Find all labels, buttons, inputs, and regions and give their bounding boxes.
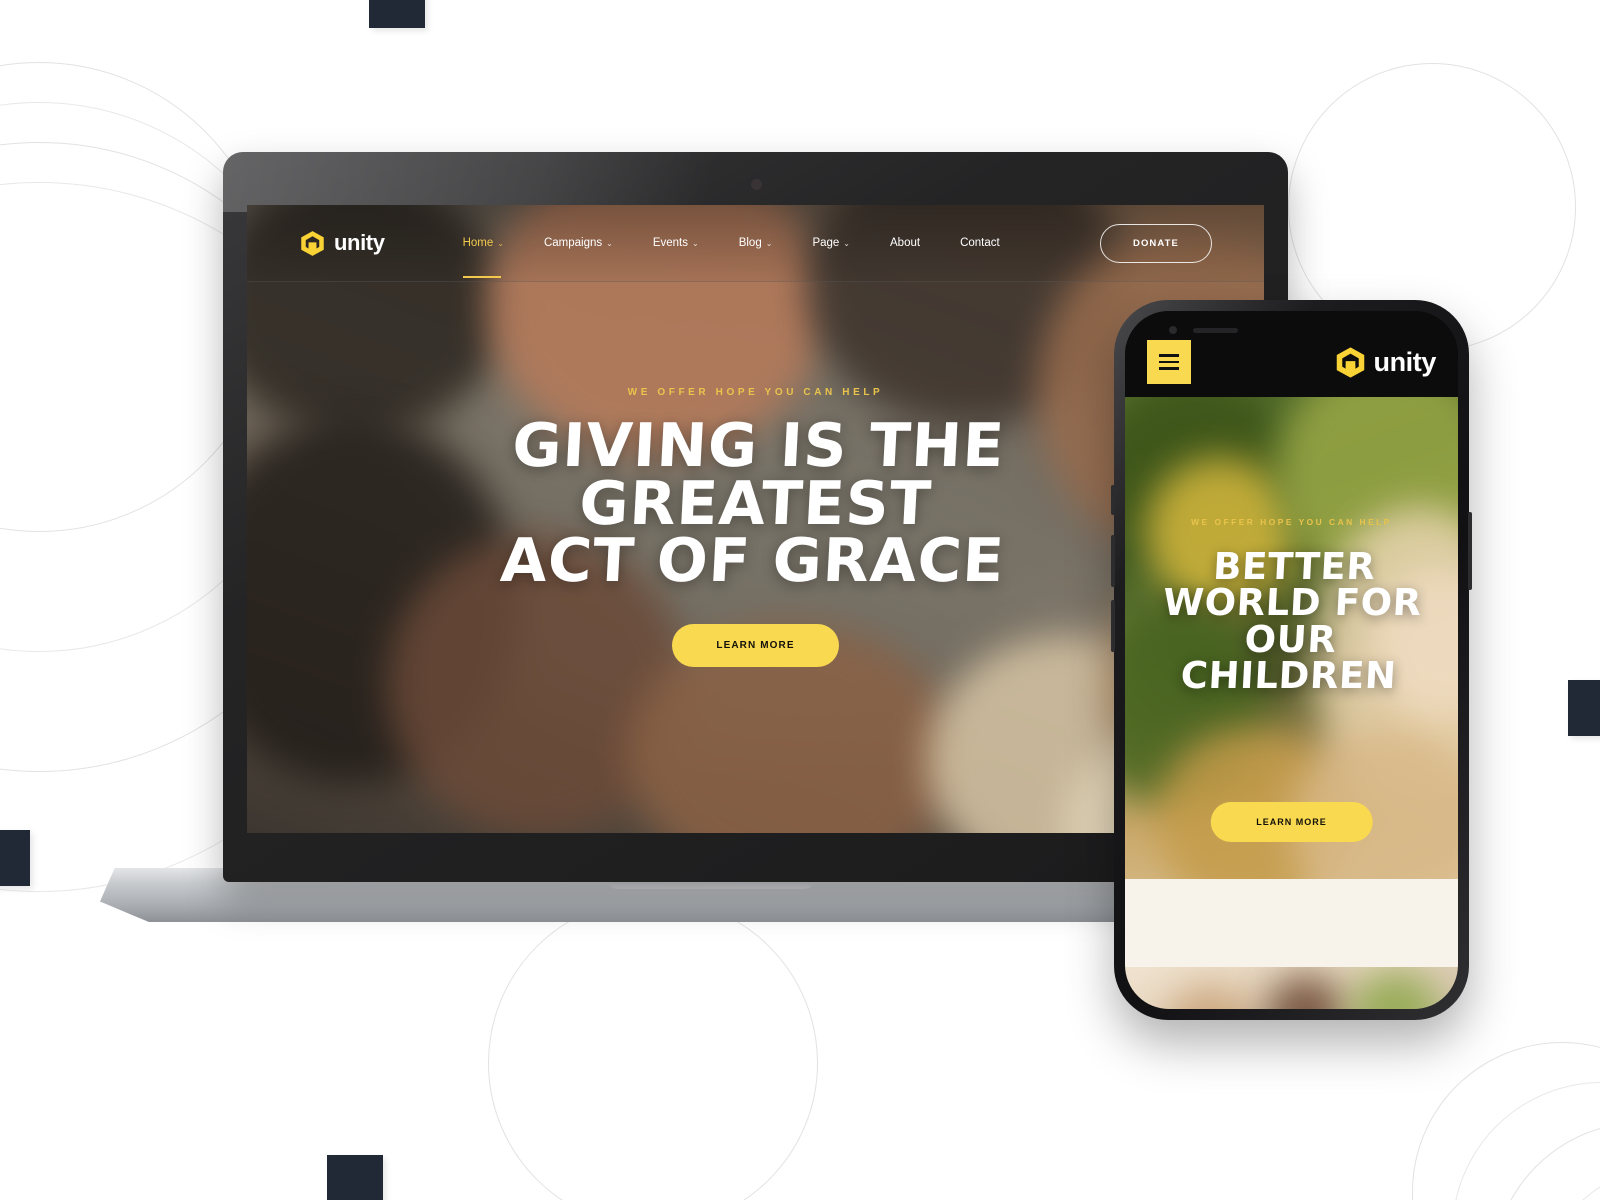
unity-hexagon-logo-icon: [299, 230, 326, 257]
mobile-learn-more-button[interactable]: LEARN MORE: [1210, 802, 1373, 842]
chevron-down-icon: ⌄: [843, 238, 850, 248]
desktop-learn-more-button[interactable]: LEARN MORE: [672, 623, 839, 667]
nav-item-contact[interactable]: Contact: [940, 237, 1020, 249]
mobile-secondary-section: [1125, 879, 1458, 967]
mockup-stage: unity Home ⌄ Campaigns ⌄ Events ⌄ Blog ⌄…: [0, 0, 1600, 1200]
nav-item-events[interactable]: Events ⌄: [633, 237, 719, 249]
chevron-down-icon: ⌄: [765, 238, 773, 248]
decoration-square-left: [0, 830, 30, 886]
mobile-site-navbar: unity: [1125, 311, 1458, 397]
decoration-square-right: [1568, 680, 1600, 736]
nav-item-label: Campaigns: [543, 237, 603, 249]
desktop-hero-section: unity Home ⌄ Campaigns ⌄ Events ⌄ Blog ⌄…: [247, 205, 1264, 833]
laptop-screen: unity Home ⌄ Campaigns ⌄ Events ⌄ Blog ⌄…: [247, 205, 1264, 833]
donate-button[interactable]: DONATE: [1099, 223, 1212, 263]
unity-hexagon-logo-icon: [1334, 346, 1367, 379]
phone-power-button[interactable]: [1468, 512, 1472, 590]
hero-title-line-2: GREATEST: [577, 468, 934, 539]
desktop-hero-title: GIVING IS THE GREATEST ACT OF GRACE: [247, 411, 1264, 597]
nav-item-blog[interactable]: Blog ⌄: [719, 237, 793, 249]
chevron-down-icon: ⌄: [497, 238, 504, 248]
phone-front-camera-icon: [1169, 326, 1177, 334]
chevron-down-icon: ⌄: [692, 238, 699, 248]
nav-item-label: Blog: [738, 237, 762, 249]
nav-item-label: Events: [652, 237, 688, 249]
decoration-square-top: [369, 0, 425, 28]
laptop-camera-icon: [750, 179, 762, 190]
desktop-hero-content: WE OFFER HOPE YOU CAN HELP GIVING IS THE…: [247, 387, 1264, 667]
desktop-hero-eyebrow: WE OFFER HOPE YOU CAN HELP: [627, 387, 884, 398]
nav-item-label: Home: [462, 237, 494, 249]
desktop-logo-text: unity: [334, 230, 385, 255]
nav-item-campaigns[interactable]: Campaigns ⌄: [524, 237, 633, 249]
hamburger-line: [1159, 367, 1179, 370]
nav-item-page[interactable]: Page ⌄: [792, 237, 870, 249]
nav-item-label: Page: [812, 237, 840, 249]
hamburger-line: [1159, 360, 1179, 364]
hero-title-line-3: ACT OF GRACE: [498, 526, 1007, 597]
nav-item-about[interactable]: About: [870, 237, 940, 249]
mobile-logo-text: unity: [1373, 346, 1437, 377]
mobile-third-section-photo: [1125, 967, 1458, 1009]
chevron-down-icon: ⌄: [606, 238, 613, 248]
hamburger-menu-icon[interactable]: [1147, 340, 1191, 384]
nav-item-label: Contact: [960, 237, 1000, 249]
desktop-site-navbar: unity Home ⌄ Campaigns ⌄ Events ⌄ Blog ⌄…: [247, 205, 1264, 282]
mobile-logo[interactable]: unity: [1334, 346, 1437, 379]
hamburger-line: [1159, 354, 1179, 357]
hero-title-line-1: GIVING IS THE: [510, 411, 1007, 481]
nav-item-label: About: [890, 237, 921, 249]
decoration-square-bottom: [327, 1155, 383, 1200]
desktop-logo[interactable]: unity: [299, 230, 385, 257]
desktop-nav-list: Home ⌄ Campaigns ⌄ Events ⌄ Blog ⌄ Page …: [443, 237, 1020, 278]
nav-item-home[interactable]: Home ⌄: [443, 237, 524, 278]
phone-earpiece-speaker: [1193, 328, 1238, 333]
